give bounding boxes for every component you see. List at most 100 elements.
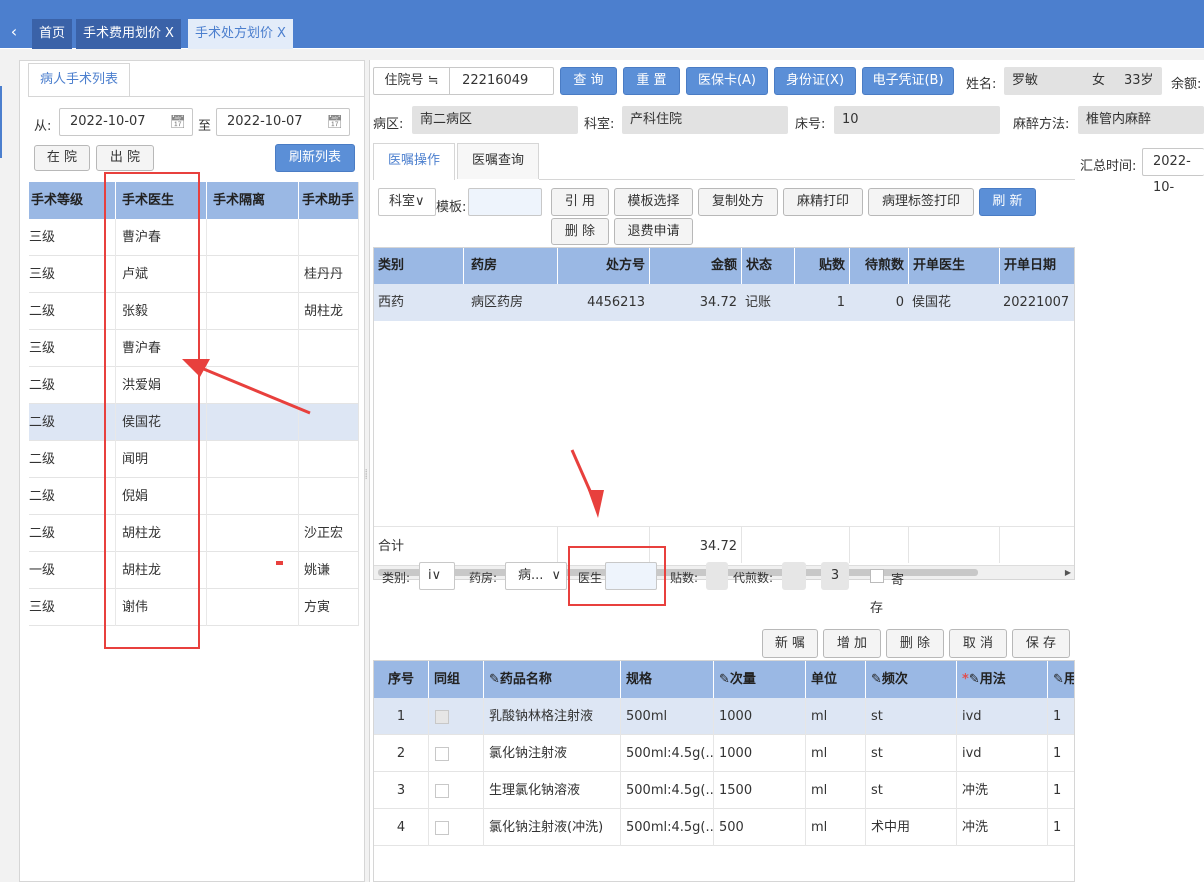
cancel-button[interactable]: 取 消: [949, 629, 1007, 658]
surgery-level: 二级: [29, 415, 56, 430]
col-header-doses[interactable]: 贴数: [794, 248, 849, 284]
admission-type-select[interactable]: 住院号 ≒: [374, 68, 450, 94]
close-icon[interactable]: X: [277, 26, 286, 41]
delete-button[interactable]: 删 除: [886, 629, 944, 658]
copy-rx-button[interactable]: 复制处方: [698, 188, 778, 216]
in-hospital-button[interactable]: 在 院: [34, 145, 90, 171]
col-header-seq[interactable]: 序号: [374, 661, 428, 698]
pharmacy-label: 药房:: [469, 571, 498, 585]
col-header-spec[interactable]: 规格: [620, 661, 713, 698]
surgery-assistant: 沙正宏: [298, 515, 358, 552]
delete-rx-button[interactable]: 删 除: [551, 218, 609, 245]
doses-input[interactable]: [706, 562, 728, 590]
drug-detail-grid: 序号 同组 ✎药品名称 规格 ✎次量 单位 ✎频次 *✎用法 ✎用 1乳酸钠林格…: [373, 660, 1075, 882]
same-group-checkbox[interactable]: [435, 710, 449, 724]
drug-dose: 1500: [713, 772, 805, 809]
col-header-level[interactable]: 手术等级: [29, 182, 115, 219]
col-header-status[interactable]: 状态: [741, 248, 794, 284]
drug-name: 生理氯化钠溶液: [483, 772, 620, 809]
surgery-assistant: 方寅: [298, 589, 358, 626]
table-row[interactable]: 3 生理氯化钠溶液 500ml:4.5g(... 1500 ml st 冲洗 1: [374, 772, 1074, 809]
col-header-freq[interactable]: ✎频次: [865, 661, 956, 698]
tab-surgery-rx[interactable]: 手术处方划价 X: [188, 19, 293, 49]
col-header-unit[interactable]: 单位: [805, 661, 865, 698]
tab-patient-surgery-list[interactable]: 病人手术列表: [28, 63, 130, 97]
calendar-icon[interactable]: 📅︎: [326, 110, 343, 136]
decoct-input[interactable]: [782, 562, 806, 590]
col-header-usage[interactable]: *✎用法: [956, 661, 1047, 698]
surgery-level: 二级: [29, 489, 56, 504]
same-group-checkbox[interactable]: [435, 784, 449, 798]
table-row[interactable]: 2 氯化钠注射液 500ml:4.5g(... 1000 ml st ivd 1: [374, 735, 1074, 772]
discharged-button[interactable]: 出 院: [96, 145, 154, 171]
tab-surgery-fee[interactable]: 手术费用划价 X: [76, 19, 181, 49]
refresh-list-button[interactable]: 刷新列表: [275, 144, 355, 172]
scroll-right-icon[interactable]: ▶: [1065, 566, 1071, 579]
new-order-button[interactable]: 新 嘱: [762, 629, 818, 658]
ward-field: 南二病区: [412, 106, 578, 134]
anesthesia-label: 麻醉方法:: [1013, 117, 1070, 132]
to-date-input[interactable]: 2022-10-07 📅︎: [216, 108, 350, 136]
col-header-type[interactable]: 类别: [374, 248, 463, 284]
pharmacy-select[interactable]: 病... ∨: [505, 562, 567, 590]
refund-request-button[interactable]: 退费申请: [614, 218, 693, 245]
close-icon[interactable]: X: [165, 26, 174, 41]
cite-button[interactable]: 引 用: [551, 188, 609, 216]
from-date-input[interactable]: 2022-10-07 📅︎: [59, 108, 193, 136]
reset-button[interactable]: 重 置: [623, 67, 680, 95]
surgery-isolation: [206, 256, 298, 293]
tab-order-operate[interactable]: 医嘱操作: [373, 143, 455, 180]
pathology-print-button[interactable]: 病理标签打印: [868, 188, 974, 216]
col-header-assistant[interactable]: 手术助手: [298, 182, 358, 219]
calendar-icon[interactable]: 📅︎: [169, 110, 186, 136]
col-header-drug-name[interactable]: ✎药品名称: [483, 661, 620, 698]
divider: [28, 96, 364, 97]
from-date-value: 2022-10-07: [70, 114, 146, 129]
medical-card-button[interactable]: 医保卡(A): [686, 67, 768, 95]
table-row[interactable]: 4 氯化钠注射液(冲洗) 500ml:4.5g(... 500 ml 术中用 冲洗 1: [374, 809, 1074, 846]
col-header-pending[interactable]: 待煎数: [849, 248, 908, 284]
template-select-button[interactable]: 模板选择: [614, 188, 693, 216]
col-header-dose[interactable]: ✎次量: [713, 661, 805, 698]
store-checkbox[interactable]: [870, 569, 884, 583]
col-header-amount[interactable]: 金额: [649, 248, 741, 284]
rx-number: 4456213: [587, 295, 645, 310]
summary-time-input[interactable]: 2022-10-: [1142, 148, 1204, 195]
splitter-handle-icon[interactable]: ⸽: [365, 470, 369, 500]
same-group-checkbox[interactable]: [435, 747, 449, 761]
query-button[interactable]: 查 询: [560, 67, 617, 95]
col-header-doctor[interactable]: 开单医生: [908, 248, 999, 284]
admission-no-group[interactable]: 住院号 ≒ 22216049: [373, 67, 554, 95]
drug-name: 氯化钠注射液(冲洗): [483, 809, 620, 846]
admission-no-input[interactable]: 22216049: [454, 73, 528, 88]
tab-home[interactable]: 首页: [32, 19, 73, 49]
template-input[interactable]: [468, 188, 542, 216]
back-arrow-icon[interactable]: ‹: [4, 20, 24, 44]
col-header-isolation[interactable]: 手术隔离: [206, 182, 298, 219]
decoct-label: 代煎数:: [733, 571, 774, 585]
divider: [999, 526, 1000, 563]
col-header-group[interactable]: 同组: [428, 661, 483, 698]
id-card-button[interactable]: 身份证(X): [774, 67, 856, 95]
total-label: 合计: [378, 539, 405, 554]
col-header-date[interactable]: 开单日期: [999, 248, 1074, 284]
annotation-mark: [276, 561, 283, 565]
col-header-pharmacy[interactable]: 药房: [463, 248, 557, 284]
save-button[interactable]: 保 存: [1012, 629, 1070, 658]
col-header-rx-no[interactable]: 处方号: [557, 248, 649, 284]
col-header-qty[interactable]: ✎用: [1047, 661, 1074, 698]
type-select[interactable]: i∨: [419, 562, 455, 590]
drug-group: [428, 735, 483, 772]
drug-seq: 1: [396, 709, 406, 724]
e-voucher-button[interactable]: 电子凭证(B): [862, 67, 954, 95]
refresh-button[interactable]: 刷 新: [979, 188, 1036, 216]
table-row[interactable]: 1 乳酸钠林格注射液 500ml 1000 ml st ivd 1: [374, 698, 1074, 735]
dept-select[interactable]: 科室∨: [378, 188, 436, 216]
narcotic-print-button[interactable]: 麻精打印: [783, 188, 863, 216]
same-group-checkbox[interactable]: [435, 821, 449, 835]
rx-pharmacy: 病区药房: [471, 295, 524, 310]
add-button[interactable]: 增 加: [823, 629, 881, 658]
tab-order-query[interactable]: 医嘱查询: [457, 143, 539, 179]
decoct-count[interactable]: 3: [821, 562, 849, 590]
table-row[interactable]: 西药 病区药房 4456213 34.72 记账 1 0 侯国花 2022100…: [374, 284, 1074, 321]
